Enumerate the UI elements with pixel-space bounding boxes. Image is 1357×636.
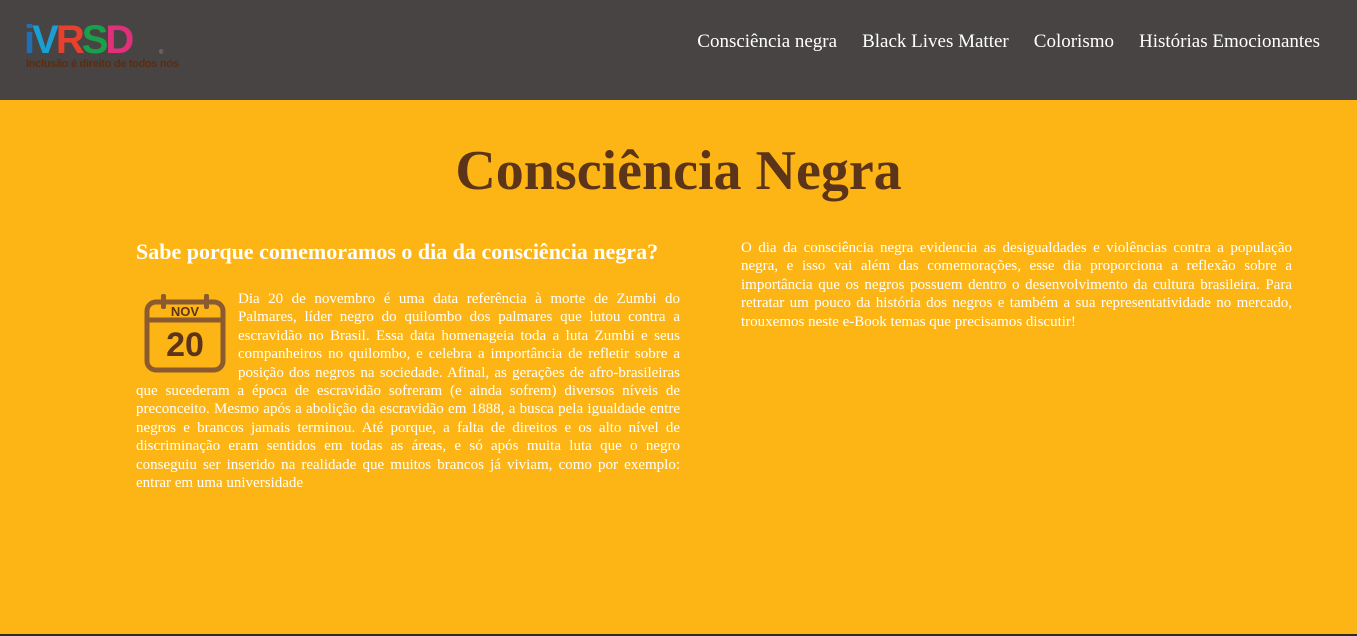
logo-registered-mark: ® — [159, 50, 164, 56]
nav-link-historias-emocionantes[interactable]: Histórias Emocionantes — [1139, 30, 1320, 54]
left-column: Sabe porque comemoramos o dia da consciê… — [136, 238, 680, 492]
site-header: iVRSD ® Inclusão é direito de todos nós … — [0, 0, 1357, 100]
site-logo[interactable]: iVRSD ® Inclusão é direito de todos nós — [24, 18, 179, 73]
right-column: O dia da consciência negra evidencia as … — [741, 239, 1292, 331]
calendar-month: NOV — [171, 304, 200, 319]
page-title: Consciência Negra — [455, 140, 902, 202]
intro-paragraph: O dia da consciência negra evidencia as … — [741, 240, 1292, 330]
logo-letters: iVRSD — [24, 18, 134, 62]
nav-link-black-lives-matter[interactable]: Black Lives Matter — [862, 30, 1009, 54]
section-subtitle: Sabe porque comemoramos o dia da consciê… — [136, 239, 659, 264]
nav-link-colorismo[interactable]: Colorismo — [1034, 30, 1114, 54]
nav-link-consciencia-negra[interactable]: Consciência negra — [697, 30, 837, 54]
calendar-icon: NOV 20 — [144, 294, 226, 373]
logo-tagline: Inclusão é direito de todos nós — [26, 58, 179, 70]
article-body: NOV 20 Dia 20 de novembro é uma data ref… — [136, 290, 680, 492]
calendar-day: 20 — [166, 326, 204, 364]
main-nav: Consciência negra Black Lives Matter Col… — [697, 30, 1320, 54]
